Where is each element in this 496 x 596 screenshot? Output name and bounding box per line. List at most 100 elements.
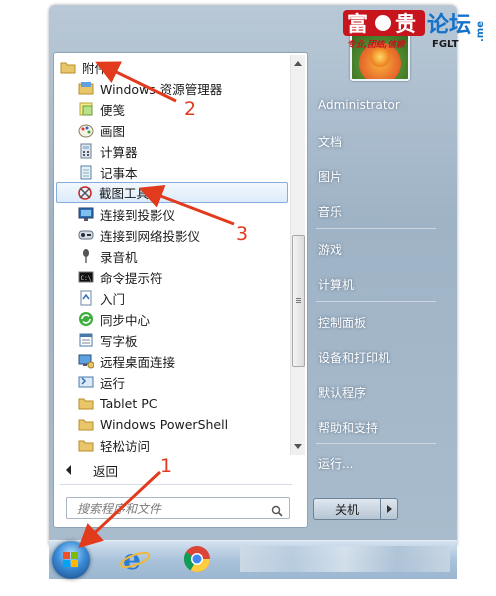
- program-label: 远程桌面连接: [100, 354, 176, 370]
- command-prompt-icon: C:\: [78, 269, 94, 285]
- program-item-run[interactable]: 运行: [58, 372, 288, 392]
- program-item-explorer[interactable]: Windows 资源管理器: [58, 78, 288, 98]
- shutdown-options-arrow-icon[interactable]: [381, 498, 398, 520]
- scroll-down-arrow-icon[interactable]: [294, 444, 302, 449]
- program-label: 附件: [82, 60, 108, 76]
- program-item-getting-started[interactable]: 入门: [58, 288, 288, 308]
- program-label: 命令提示符: [100, 270, 163, 286]
- program-item-remote-desktop[interactable]: 远程桌面连接: [58, 351, 288, 371]
- program-item-projector[interactable]: 连接到投影仪: [58, 204, 288, 224]
- right-item-computer[interactable]: 计算机: [318, 276, 354, 293]
- program-label: 记事本: [100, 165, 138, 181]
- program-item-network-projector[interactable]: 连接到网络投影仪: [58, 225, 288, 245]
- annotation-label-3: 3: [236, 223, 249, 245]
- back-label: 返回: [93, 463, 119, 479]
- run-icon: [78, 374, 94, 390]
- program-item-accessories[interactable]: 附件: [58, 57, 288, 77]
- program-item-snipping-tool[interactable]: 截图工具: [56, 182, 288, 203]
- program-label: 截图工具: [99, 186, 150, 201]
- network-projector-icon: [78, 227, 94, 243]
- paint-icon: [78, 122, 94, 138]
- divider: [316, 228, 436, 229]
- program-item-sync-center[interactable]: 同步中心: [58, 309, 288, 329]
- getting-started-icon: [78, 290, 94, 306]
- program-item-wordpad[interactable]: 写字板: [58, 330, 288, 350]
- forum-logo: 富 贵 论坛 专业,团结,信赖 FGLT .me: [343, 8, 491, 50]
- program-item-sticky-notes[interactable]: 便笺: [58, 99, 288, 119]
- blurred-taskbar-items: [240, 546, 450, 572]
- program-label: 连接到网络投影仪: [100, 228, 201, 244]
- forum-logo-graphic: 富 贵 论坛 专业,团结,信赖 FGLT .me: [343, 10, 486, 50]
- right-item-control-panel[interactable]: 控制面板: [318, 314, 366, 331]
- svg-text:贵: 贵: [395, 12, 416, 36]
- program-item-paint[interactable]: 画图: [58, 120, 288, 140]
- scroll-up-arrow-icon[interactable]: [294, 61, 302, 66]
- program-label: 同步中心: [100, 312, 151, 328]
- folder-icon: [78, 437, 94, 453]
- divider: [60, 484, 292, 485]
- svg-text:.me: .me: [475, 21, 486, 42]
- right-item-help-support[interactable]: 帮助和支持: [318, 419, 378, 436]
- right-item-devices-printers[interactable]: 设备和打印机: [318, 349, 390, 366]
- program-item-command-prompt[interactable]: C:\ 命令提示符: [58, 267, 288, 287]
- program-label: Windows PowerShell: [100, 416, 229, 432]
- program-label: 写字板: [100, 333, 138, 349]
- microphone-icon: [78, 248, 94, 264]
- right-item-administrator[interactable]: Administrator: [318, 98, 400, 112]
- svg-text:FGLT: FGLT: [432, 39, 459, 50]
- search-icon[interactable]: [271, 502, 283, 517]
- sync-center-icon: [78, 311, 94, 327]
- right-item-default-programs[interactable]: 默认程序: [318, 384, 366, 401]
- program-label: 录音机: [100, 249, 138, 265]
- annotation-label-2: 2: [184, 98, 197, 120]
- divider: [316, 301, 436, 302]
- program-label: 计算器: [100, 144, 138, 160]
- program-item-powershell[interactable]: Windows PowerShell: [58, 414, 288, 434]
- program-label: Windows 资源管理器: [100, 81, 223, 97]
- program-label: 轻松访问: [100, 438, 151, 454]
- chrome-icon[interactable]: [180, 542, 214, 576]
- scrollbar-thumb[interactable]: [292, 235, 305, 367]
- right-item-music[interactable]: 音乐: [318, 203, 342, 220]
- divider: [316, 443, 436, 444]
- folder-icon: [78, 395, 94, 411]
- calculator-icon: [78, 143, 94, 159]
- svg-text:专业,团结,信赖: 专业,团结,信赖: [347, 39, 406, 50]
- right-item-run[interactable]: 运行...: [318, 455, 353, 472]
- folder-icon: [78, 416, 94, 432]
- program-item-calculator[interactable]: 计算器: [58, 141, 288, 161]
- internet-explorer-icon[interactable]: e: [118, 542, 152, 576]
- sticky-notes-icon: [78, 101, 94, 117]
- explorer-icon: [78, 80, 94, 96]
- back-arrow-icon: [66, 465, 71, 475]
- search-placeholder: 搜索程序和文件: [77, 501, 162, 516]
- program-item-notepad[interactable]: 记事本: [58, 162, 288, 182]
- shutdown-button[interactable]: 关机: [313, 498, 381, 520]
- programs-panel: 附件 Windows 资源管理器 便笺 画图 计算器 记事本 截图工具 连接到投…: [53, 52, 308, 528]
- svg-text:富: 富: [347, 12, 368, 36]
- program-item-ease-of-access[interactable]: 轻松访问: [58, 435, 288, 455]
- projector-icon: [78, 206, 94, 222]
- program-label: 连接到投影仪: [100, 207, 176, 223]
- program-label: 入门: [100, 291, 126, 307]
- program-label: 便笺: [100, 102, 126, 118]
- program-list-scrollbar[interactable]: [290, 55, 305, 455]
- wordpad-icon: [78, 332, 94, 348]
- program-list: 附件 Windows 资源管理器 便笺 画图 计算器 记事本 截图工具 连接到投…: [54, 53, 290, 467]
- search-input[interactable]: 搜索程序和文件: [66, 497, 290, 519]
- notepad-icon: [78, 164, 94, 180]
- program-label: Tablet PC: [100, 395, 158, 411]
- svg-text:C:\: C:\: [81, 275, 92, 282]
- annotation-label-1: 1: [160, 455, 173, 477]
- start-button[interactable]: [52, 541, 90, 579]
- right-item-pictures[interactable]: 图片: [318, 168, 342, 185]
- program-label: 画图: [100, 123, 126, 139]
- remote-desktop-icon: [78, 353, 95, 369]
- shutdown-control: 关机: [313, 498, 398, 520]
- svg-text:论坛: 论坛: [427, 12, 471, 38]
- right-item-documents[interactable]: 文档: [318, 133, 342, 150]
- program-item-tablet-pc[interactable]: Tablet PC: [58, 393, 288, 413]
- program-item-sound-recorder[interactable]: 录音机: [58, 246, 288, 266]
- windows-logo-icon: [63, 552, 79, 568]
- right-item-games[interactable]: 游戏: [318, 241, 342, 258]
